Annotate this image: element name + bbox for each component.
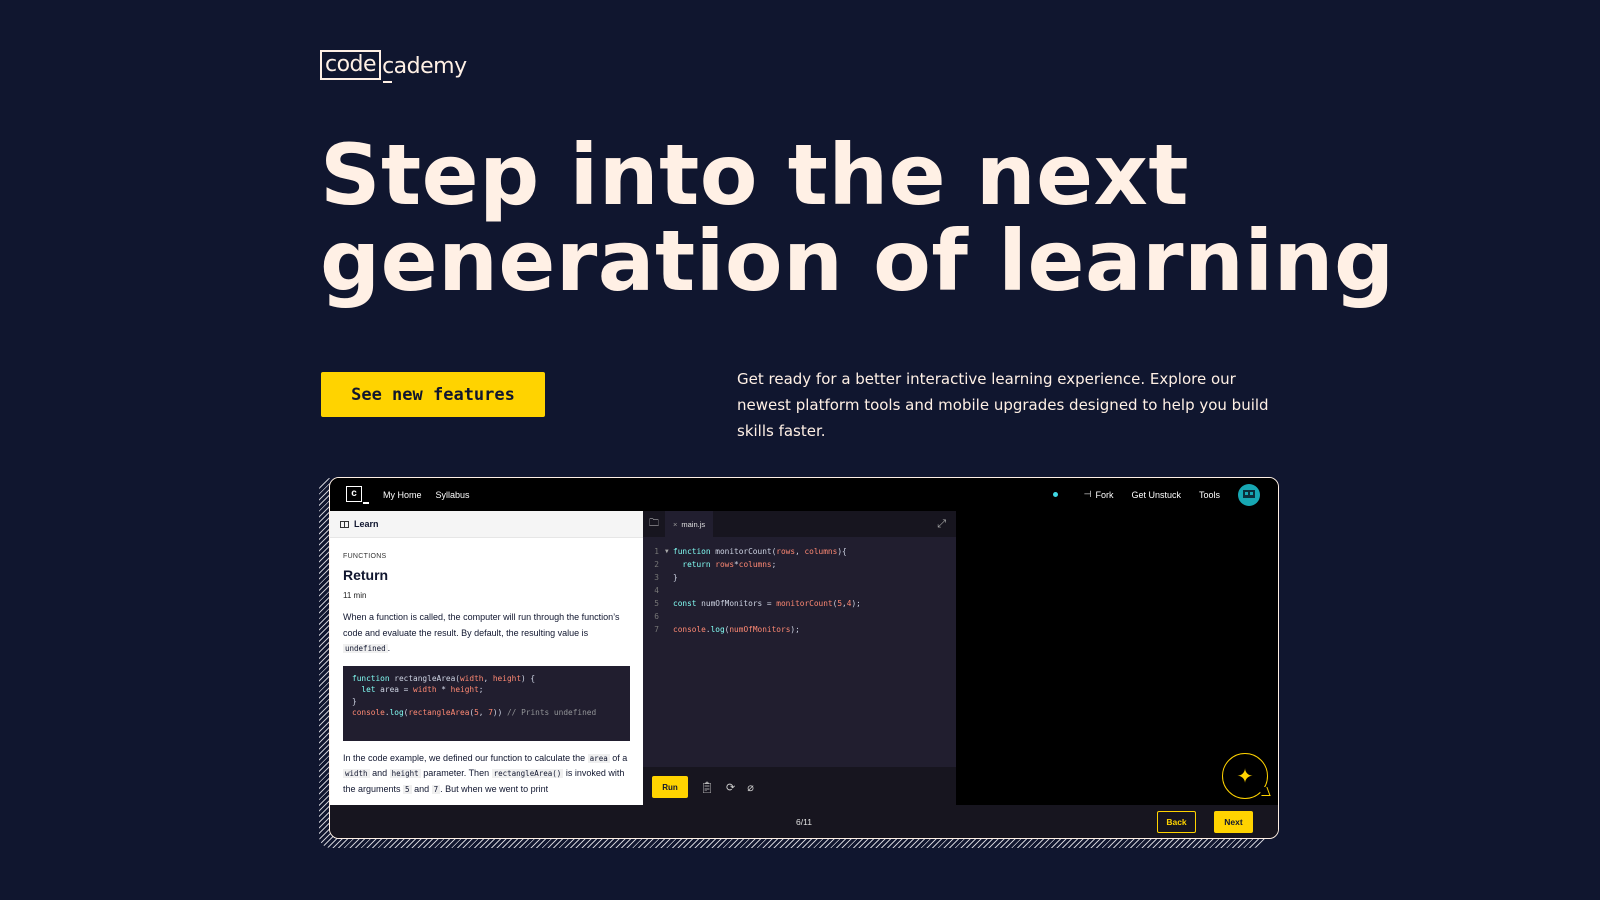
lesson-code-example: function rectangleArea(width, height) { … (343, 665, 630, 741)
code-line: 3} (654, 573, 678, 582)
next-button[interactable]: Next (1214, 811, 1253, 833)
refresh-icon[interactable]: ⟳ (726, 781, 735, 794)
logo-rest-text: cademy (382, 54, 467, 83)
clipboard-icon[interactable]: 📋︎ (700, 781, 714, 794)
run-button[interactable]: Run (652, 776, 688, 798)
learn-panel-header: Learn (330, 511, 643, 538)
code-line: 1 ▼ function monitorCount(rows, columns){ (654, 547, 847, 556)
close-icon[interactable]: × (673, 520, 677, 529)
editor-code[interactable]: 1 ▼ function monitorCount(rows, columns){ … (643, 537, 956, 636)
code-editor: 🗀 × main.js ⤢ 1 ▼ function monitorCount(ro… (643, 511, 956, 807)
learn-label: Learn (354, 519, 379, 529)
headline-line-1: Step into the next (320, 126, 1189, 224)
editor-toolbar: Run 📋︎ ⟳ ⌀ (643, 767, 956, 807)
mini-logo-icon[interactable]: c (346, 485, 369, 504)
code-line: 4 (654, 586, 659, 595)
code-line: 7 console.log(numOfMonitors); (654, 625, 800, 634)
status-dot-icon (1052, 492, 1058, 497)
hero-headline: Step into the next generation of learnin… (320, 132, 1395, 304)
learning-environment-mockup: c My Home Syllabus ⊣ Fork Get Unstuck To… (329, 477, 1279, 839)
nav-syllabus[interactable]: Syllabus (436, 490, 470, 500)
codecademy-logo[interactable]: code cademy (320, 50, 467, 83)
tab-main-js[interactable]: × main.js (665, 511, 714, 537)
fold-arrow-icon: ▼ (665, 548, 669, 555)
code-line: 5 const numOfMonitors = monitorCount(5,4)… (654, 599, 861, 608)
fork-icon: ⊣ (1083, 489, 1092, 499)
code-line: 6 (654, 612, 659, 621)
logo-box-text: code (320, 50, 382, 80)
output-panel: ✦ (956, 511, 1278, 807)
lesson-category: FUNCTIONS (343, 553, 387, 560)
clear-broom-icon[interactable]: ⌀ (747, 781, 754, 794)
code-line: 2 return rows*columns; (654, 560, 777, 569)
hero-description: Get ready for a better interactive learn… (737, 370, 1269, 440)
get-unstuck-button[interactable]: Get Unstuck (1131, 490, 1181, 500)
lesson-paragraph-1: When a function is called, the computer … (343, 612, 620, 653)
back-button[interactable]: Back (1157, 811, 1196, 833)
lesson-time: 11 min (343, 591, 367, 600)
ai-assistant-sparkle-icon[interactable]: ✦ (1222, 753, 1268, 799)
headline-line-2: generation of learning (320, 212, 1395, 310)
see-new-features-button[interactable]: See new features (321, 372, 545, 417)
lesson-title: Return (343, 567, 389, 583)
book-icon (340, 520, 349, 528)
lesson-progress: 6/11 (796, 816, 812, 827)
tools-button[interactable]: Tools (1199, 490, 1220, 500)
editor-tabs: 🗀 × main.js ⤢ (643, 511, 956, 537)
folder-icon[interactable]: 🗀 (643, 511, 665, 537)
fork-button[interactable]: ⊣ Fork (1084, 489, 1114, 500)
avatar[interactable] (1238, 483, 1260, 506)
learn-panel: Learn FUNCTIONS Return 11 min When a fun… (330, 511, 643, 807)
expand-icon[interactable]: ⤢ (937, 511, 946, 537)
nav-my-home[interactable]: My Home (383, 490, 422, 500)
mockup-topbar: c My Home Syllabus ⊣ Fork Get Unstuck To… (330, 478, 1278, 511)
mockup-footer: 6/11 Back Next (330, 805, 1278, 838)
lesson-paragraph-2: In the code example, we defined our func… (343, 752, 628, 794)
